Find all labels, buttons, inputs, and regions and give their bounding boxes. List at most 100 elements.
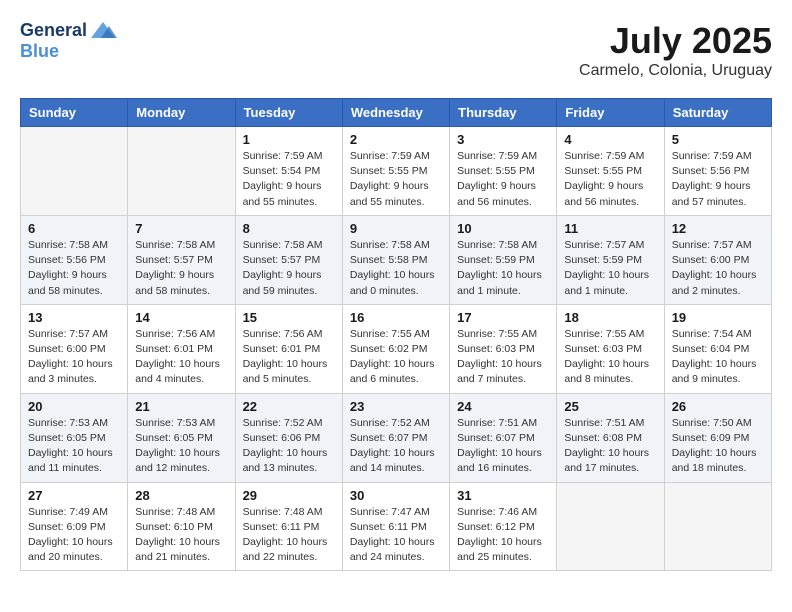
calendar-week-row: 27Sunrise: 7:49 AMSunset: 6:09 PMDayligh… bbox=[21, 482, 772, 571]
calendar-week-row: 1 Sunrise: 7:59 AMSunset: 5:54 PMDaylight… bbox=[21, 127, 772, 216]
day-number: 13 bbox=[28, 310, 120, 325]
day-info: Sunrise: 7:58 AMSunset: 5:58 PMDaylight:… bbox=[350, 238, 442, 299]
day-info: Sunrise: 7:58 AMSunset: 5:57 PMDaylight:… bbox=[243, 238, 335, 299]
day-number: 24 bbox=[457, 399, 549, 414]
weekday-header-sunday: Sunday bbox=[21, 99, 128, 127]
day-info: Sunrise: 7:51 AMSunset: 6:07 PMDaylight:… bbox=[457, 416, 549, 477]
day-info: Sunrise: 7:56 AMSunset: 6:01 PMDaylight:… bbox=[135, 327, 227, 388]
day-info: Sunrise: 7:48 AMSunset: 6:11 PMDaylight:… bbox=[243, 505, 335, 566]
day-info: Sunrise: 7:58 AMSunset: 5:59 PMDaylight:… bbox=[457, 238, 549, 299]
day-number: 29 bbox=[243, 488, 335, 503]
calendar-cell: 8 Sunrise: 7:58 AMSunset: 5:57 PMDaylight… bbox=[235, 215, 342, 304]
calendar-cell: 7 Sunrise: 7:58 AMSunset: 5:57 PMDaylight… bbox=[128, 215, 235, 304]
day-number: 14 bbox=[135, 310, 227, 325]
day-number: 26 bbox=[672, 399, 764, 414]
day-number: 22 bbox=[243, 399, 335, 414]
day-number: 9 bbox=[350, 221, 442, 236]
calendar-cell: 30Sunrise: 7:47 AMSunset: 6:11 PMDayligh… bbox=[342, 482, 449, 571]
weekday-header-thursday: Thursday bbox=[450, 99, 557, 127]
day-info: Sunrise: 7:51 AMSunset: 6:08 PMDaylight:… bbox=[564, 416, 656, 477]
calendar-cell bbox=[557, 482, 664, 571]
day-number: 31 bbox=[457, 488, 549, 503]
calendar-table: SundayMondayTuesdayWednesdayThursdayFrid… bbox=[20, 98, 772, 571]
calendar-cell bbox=[128, 127, 235, 216]
location-text: Carmelo, Colonia, Uruguay bbox=[579, 62, 772, 80]
day-number: 16 bbox=[350, 310, 442, 325]
day-info: Sunrise: 7:56 AMSunset: 6:01 PMDaylight:… bbox=[243, 327, 335, 388]
weekday-header-tuesday: Tuesday bbox=[235, 99, 342, 127]
calendar-cell: 29 Sunrise: 7:48 AMSunset: 6:11 PMDayligh… bbox=[235, 482, 342, 571]
logo: General Blue bbox=[20, 20, 117, 62]
day-number: 19 bbox=[672, 310, 764, 325]
day-info: Sunrise: 7:59 AMSunset: 5:54 PMDaylight:… bbox=[243, 149, 335, 210]
calendar-cell: 4Sunrise: 7:59 AMSunset: 5:55 PMDaylight… bbox=[557, 127, 664, 216]
calendar-cell: 17Sunrise: 7:55 AMSunset: 6:03 PMDayligh… bbox=[450, 304, 557, 393]
day-number: 20 bbox=[28, 399, 120, 414]
day-info: Sunrise: 7:59 AMSunset: 5:55 PMDaylight:… bbox=[457, 149, 549, 210]
logo-text: General bbox=[20, 21, 87, 41]
calendar-cell: 16 Sunrise: 7:55 AMSunset: 6:02 PMDayligh… bbox=[342, 304, 449, 393]
day-number: 21 bbox=[135, 399, 227, 414]
calendar-cell: 31 Sunrise: 7:46 AMSunset: 6:12 PMDayligh… bbox=[450, 482, 557, 571]
weekday-header-row: SundayMondayTuesdayWednesdayThursdayFrid… bbox=[21, 99, 772, 127]
calendar-week-row: 6 Sunrise: 7:58 AMSunset: 5:56 PMDaylight… bbox=[21, 215, 772, 304]
calendar-cell: 18 Sunrise: 7:55 AMSunset: 6:03 PMDayligh… bbox=[557, 304, 664, 393]
calendar-cell: 27Sunrise: 7:49 AMSunset: 6:09 PMDayligh… bbox=[21, 482, 128, 571]
calendar-cell: 6 Sunrise: 7:58 AMSunset: 5:56 PMDaylight… bbox=[21, 215, 128, 304]
day-number: 5 bbox=[672, 132, 764, 147]
calendar-cell: 14 Sunrise: 7:56 AMSunset: 6:01 PMDayligh… bbox=[128, 304, 235, 393]
day-info: Sunrise: 7:59 AMSunset: 5:56 PMDaylight:… bbox=[672, 149, 764, 210]
calendar-cell: 20 Sunrise: 7:53 AMSunset: 6:05 PMDayligh… bbox=[21, 393, 128, 482]
day-info: Sunrise: 7:49 AMSunset: 6:09 PMDaylight:… bbox=[28, 505, 120, 566]
weekday-header-saturday: Saturday bbox=[664, 99, 771, 127]
day-info: Sunrise: 7:50 AMSunset: 6:09 PMDaylight:… bbox=[672, 416, 764, 477]
day-number: 8 bbox=[243, 221, 335, 236]
day-number: 6 bbox=[28, 221, 120, 236]
day-number: 1 bbox=[243, 132, 335, 147]
day-number: 12 bbox=[672, 221, 764, 236]
calendar-cell: 24 Sunrise: 7:51 AMSunset: 6:07 PMDayligh… bbox=[450, 393, 557, 482]
day-number: 7 bbox=[135, 221, 227, 236]
logo-blue: Blue bbox=[20, 41, 59, 61]
day-number: 3 bbox=[457, 132, 549, 147]
calendar-cell bbox=[21, 127, 128, 216]
calendar-cell: 5 Sunrise: 7:59 AMSunset: 5:56 PMDaylight… bbox=[664, 127, 771, 216]
day-info: Sunrise: 7:57 AMSunset: 6:00 PMDaylight:… bbox=[672, 238, 764, 299]
day-info: Sunrise: 7:54 AMSunset: 6:04 PMDaylight:… bbox=[672, 327, 764, 388]
title-section: July 2025 Carmelo, Colonia, Uruguay bbox=[579, 20, 772, 80]
calendar-cell: 3 Sunrise: 7:59 AMSunset: 5:55 PMDaylight… bbox=[450, 127, 557, 216]
calendar-cell: 12 Sunrise: 7:57 AMSunset: 6:00 PMDayligh… bbox=[664, 215, 771, 304]
day-number: 30 bbox=[350, 488, 442, 503]
day-info: Sunrise: 7:48 AMSunset: 6:10 PMDaylight:… bbox=[135, 505, 227, 566]
day-info: Sunrise: 7:57 AMSunset: 6:00 PMDaylight:… bbox=[28, 327, 120, 388]
calendar-cell: 21 Sunrise: 7:53 AMSunset: 6:05 PMDayligh… bbox=[128, 393, 235, 482]
calendar-cell: 28Sunrise: 7:48 AMSunset: 6:10 PMDayligh… bbox=[128, 482, 235, 571]
day-number: 18 bbox=[564, 310, 656, 325]
day-number: 10 bbox=[457, 221, 549, 236]
day-number: 15 bbox=[243, 310, 335, 325]
calendar-cell bbox=[664, 482, 771, 571]
calendar-cell: 9 Sunrise: 7:58 AMSunset: 5:58 PMDaylight… bbox=[342, 215, 449, 304]
day-info: Sunrise: 7:53 AMSunset: 6:05 PMDaylight:… bbox=[28, 416, 120, 477]
month-year-title: July 2025 bbox=[579, 20, 772, 62]
calendar-cell: 11 Sunrise: 7:57 AMSunset: 5:59 PMDayligh… bbox=[557, 215, 664, 304]
day-info: Sunrise: 7:57 AMSunset: 5:59 PMDaylight:… bbox=[564, 238, 656, 299]
day-number: 25 bbox=[564, 399, 656, 414]
day-info: Sunrise: 7:46 AMSunset: 6:12 PMDaylight:… bbox=[457, 505, 549, 566]
calendar-cell: 23Sunrise: 7:52 AMSunset: 6:07 PMDayligh… bbox=[342, 393, 449, 482]
weekday-header-wednesday: Wednesday bbox=[342, 99, 449, 127]
day-info: Sunrise: 7:52 AMSunset: 6:06 PMDaylight:… bbox=[243, 416, 335, 477]
day-info: Sunrise: 7:55 AMSunset: 6:03 PMDaylight:… bbox=[457, 327, 549, 388]
day-info: Sunrise: 7:58 AMSunset: 5:56 PMDaylight:… bbox=[28, 238, 120, 299]
calendar-cell: 10 Sunrise: 7:58 AMSunset: 5:59 PMDayligh… bbox=[450, 215, 557, 304]
weekday-header-friday: Friday bbox=[557, 99, 664, 127]
day-info: Sunrise: 7:52 AMSunset: 6:07 PMDaylight:… bbox=[350, 416, 442, 477]
calendar-cell: 13 Sunrise: 7:57 AMSunset: 6:00 PMDayligh… bbox=[21, 304, 128, 393]
day-info: Sunrise: 7:55 AMSunset: 6:03 PMDaylight:… bbox=[564, 327, 656, 388]
day-number: 2 bbox=[350, 132, 442, 147]
day-number: 11 bbox=[564, 221, 656, 236]
calendar-week-row: 13 Sunrise: 7:57 AMSunset: 6:00 PMDayligh… bbox=[21, 304, 772, 393]
day-info: Sunrise: 7:58 AMSunset: 5:57 PMDaylight:… bbox=[135, 238, 227, 299]
day-info: Sunrise: 7:53 AMSunset: 6:05 PMDaylight:… bbox=[135, 416, 227, 477]
day-info: Sunrise: 7:55 AMSunset: 6:02 PMDaylight:… bbox=[350, 327, 442, 388]
